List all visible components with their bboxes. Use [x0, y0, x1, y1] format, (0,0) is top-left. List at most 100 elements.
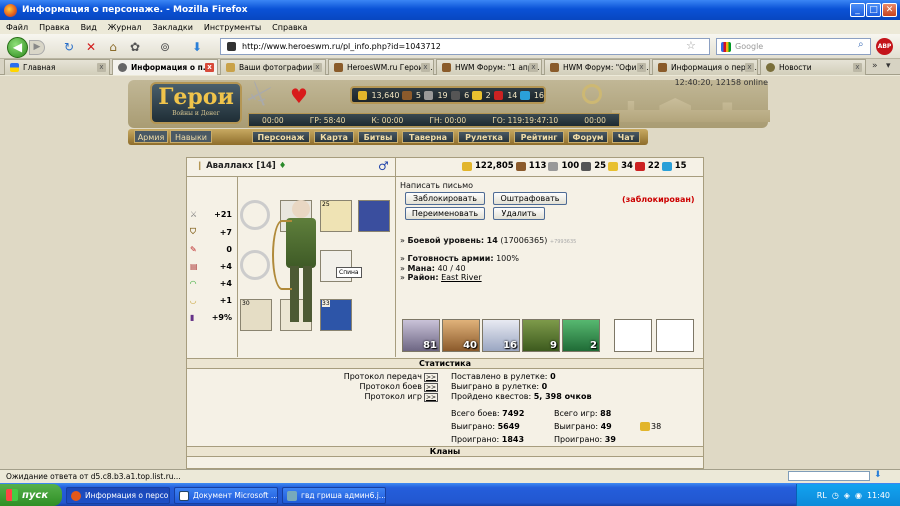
tab-character-info-2[interactable]: Информация о перс... x: [652, 59, 758, 75]
google-icon[interactable]: [721, 41, 731, 52]
faction-icon: ♦: [278, 161, 287, 171]
army-unit[interactable]: 81: [402, 319, 440, 352]
wood-icon: [515, 161, 526, 171]
tab-list-icon[interactable]: »: [872, 61, 878, 71]
divider: [237, 177, 238, 357]
bookmark-star-icon[interactable]: ☆: [686, 39, 696, 52]
search-input[interactable]: Google: [716, 38, 871, 55]
army-unit[interactable]: 16: [482, 319, 520, 352]
stat-value: +4: [219, 262, 232, 271]
nav-battles[interactable]: Битвы: [358, 131, 398, 143]
statusbar-download-icon[interactable]: ⬇: [874, 470, 882, 480]
tab-main[interactable]: Главная x: [4, 59, 110, 75]
tab-close-icon[interactable]: x: [421, 63, 430, 72]
tab-close-icon[interactable]: x: [853, 63, 862, 72]
menu-tools[interactable]: Инструменты: [204, 23, 261, 32]
stat-initiative: ▮ +9%: [190, 313, 232, 322]
army-slot-empty[interactable]: [656, 319, 694, 352]
tray-icon[interactable]: ◷: [832, 491, 839, 500]
menu-view[interactable]: Вид: [81, 23, 97, 32]
minimize-button[interactable]: _: [850, 3, 865, 17]
stop-icon[interactable]: ✕: [84, 40, 98, 54]
games-lost-row: Проиграно: 39: [554, 435, 616, 444]
block-button[interactable]: Заблокировать: [405, 192, 485, 205]
menu-file[interactable]: Файл: [6, 23, 28, 32]
tray-icon[interactable]: ◉: [855, 491, 862, 500]
start-button[interactable]: пуск: [0, 484, 62, 506]
menu-help[interactable]: Справка: [272, 23, 307, 32]
close-button[interactable]: ✕: [882, 3, 897, 17]
spellbook-slot[interactable]: [358, 200, 390, 232]
nav-rating[interactable]: Рейтинг: [514, 131, 564, 143]
statusbar-input[interactable]: [788, 471, 870, 481]
menu-history[interactable]: Журнал: [108, 23, 142, 32]
taskbar-item-word[interactable]: Документ Microsoft ...: [174, 487, 278, 504]
forward-button[interactable]: ▶: [29, 40, 45, 55]
reload-icon[interactable]: ↻: [62, 40, 76, 54]
shield-slot[interactable]: 33: [320, 299, 352, 331]
timers-bar: 00:00 ГР: 58:40 К: 00:00 ГН: 00:00 ГО: 1…: [248, 113, 620, 127]
download-manager-icon[interactable]: ⊚: [158, 40, 172, 54]
delete-button[interactable]: Удалить: [493, 207, 545, 220]
search-placeholder: Google: [735, 42, 764, 51]
tab-close-icon[interactable]: x: [745, 63, 754, 72]
army-slot-empty[interactable]: [614, 319, 652, 352]
tab-close-icon[interactable]: x: [313, 63, 322, 72]
site-favicon: [442, 63, 451, 72]
tray-icon[interactable]: ◈: [844, 491, 850, 500]
tab-close-icon[interactable]: x: [97, 63, 106, 72]
adblock-icon[interactable]: ABP: [876, 38, 893, 55]
army-unit[interactable]: 2: [562, 319, 600, 352]
tab-forum-2[interactable]: HWM Форум: "Офиц... x: [544, 59, 650, 75]
taskbar-item-image[interactable]: гвд гриша админ6.j...: [282, 487, 386, 504]
menu-bookmarks[interactable]: Закладки: [152, 23, 192, 32]
addon-icon[interactable]: ✿: [128, 40, 142, 54]
tab-forum-1[interactable]: HWM Форум: "1 апр... x: [436, 59, 542, 75]
tab-heroeswm[interactable]: HeroesWM.ru Герои ... x: [328, 59, 434, 75]
site-identity-icon[interactable]: [227, 42, 236, 51]
transfer-log-link[interactable]: >>: [423, 373, 438, 382]
tab-character-info[interactable]: Информация о п... x: [112, 59, 218, 75]
fine-button[interactable]: Оштрафовать: [493, 192, 567, 205]
tab-close-icon[interactable]: x: [529, 63, 538, 72]
battle-log-link[interactable]: >>: [423, 383, 438, 392]
tab-photos[interactable]: Ваши фотографии... x: [220, 59, 326, 75]
nav-army[interactable]: Армия: [134, 130, 168, 143]
stat-value: 0: [226, 245, 232, 254]
game-logo[interactable]: Герои Войны и Денег: [150, 82, 242, 124]
tab-scroll-icon[interactable]: ▾: [886, 61, 891, 71]
write-letter-link[interactable]: Написать письмо: [400, 181, 473, 190]
taskbar-item-firefox[interactable]: Информация о персо...: [66, 487, 170, 504]
nav-tavern[interactable]: Таверна: [402, 131, 454, 143]
army-unit[interactable]: 9: [522, 319, 560, 352]
nav-map[interactable]: Карта: [314, 131, 354, 143]
player-name: Аваллакх: [206, 161, 254, 171]
menu-edit[interactable]: Правка: [39, 23, 69, 32]
nav-skills[interactable]: Навыки: [170, 130, 212, 143]
amulet-slot[interactable]: 25: [320, 200, 352, 232]
menu-bar: Файл Правка Вид Журнал Закладки Инструме…: [0, 20, 900, 34]
army-unit[interactable]: 40: [442, 319, 480, 352]
search-magnifier-icon[interactable]: ⌕: [858, 39, 864, 50]
back-button[interactable]: ◀: [7, 37, 28, 58]
url-bar[interactable]: http://www.heroeswm.ru/pl_info.php?id=10…: [220, 38, 710, 55]
home-icon[interactable]: ⌂: [106, 40, 120, 54]
ring-slot-2[interactable]: [240, 250, 270, 280]
language-indicator[interactable]: RL: [817, 491, 827, 500]
district-link[interactable]: East River: [441, 273, 482, 282]
nav-character[interactable]: Персонаж: [252, 131, 310, 143]
ring-slot[interactable]: [240, 200, 270, 230]
weapon-slot[interactable]: 30: [240, 299, 272, 331]
tab-close-icon[interactable]: x: [205, 63, 214, 72]
maximize-button[interactable]: □: [866, 3, 881, 17]
logo-title: Герои: [158, 84, 234, 110]
tab-news[interactable]: Новости x: [760, 59, 866, 75]
rename-button[interactable]: Переименовать: [405, 207, 485, 220]
nav-roulette[interactable]: Рулетка: [458, 131, 510, 143]
nav-chat[interactable]: Чат: [612, 131, 640, 143]
nav-forum[interactable]: Форум: [568, 131, 608, 143]
download-arrow-icon[interactable]: ⬇: [190, 40, 204, 54]
tab-close-icon[interactable]: x: [637, 63, 646, 72]
mercury-value: 25: [594, 161, 607, 171]
game-log-link[interactable]: >>: [423, 393, 438, 402]
